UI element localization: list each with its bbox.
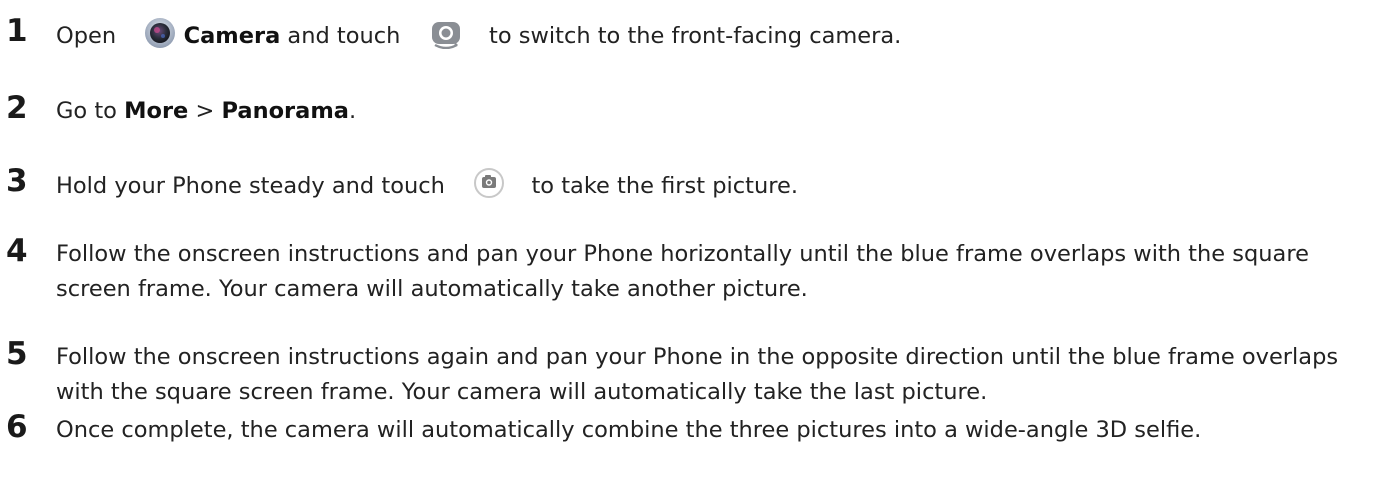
step-number: 3 — [6, 163, 28, 199]
more-label: More — [124, 98, 189, 124]
step-number: 5 — [6, 336, 28, 372]
camera-label: Camera — [183, 23, 281, 49]
step-1-open: Open — [56, 23, 117, 49]
menu-separator: > — [195, 98, 215, 124]
shutter-icon — [473, 167, 505, 199]
step-3-before: Hold your Phone steady and touch — [56, 173, 445, 199]
step-2-period: . — [348, 98, 357, 124]
step-2-go-to: Go to — [56, 98, 117, 124]
panorama-instructions: 1 Open Camera and touch to switch to the… — [0, 0, 1384, 482]
step-number: 2 — [6, 90, 28, 126]
step-3-after: to take the first picture. — [531, 173, 798, 199]
switch-camera-icon — [429, 19, 463, 49]
step-text: Follow the onscreen instructions again a… — [56, 344, 1339, 405]
step-number: 4 — [6, 233, 28, 269]
panorama-label: Panorama — [221, 98, 349, 124]
camera-app-icon — [144, 17, 176, 49]
step-text: Open Camera and touch to switch to the f… — [56, 17, 1366, 54]
step-text: Once complete, the camera will automatic… — [56, 417, 1202, 443]
step-number: 1 — [6, 13, 28, 49]
step-text: Follow the onscreen instructions and pan… — [56, 241, 1309, 302]
step-number: 6 — [6, 409, 28, 445]
step-text: Go to More > Panorama. — [56, 94, 1366, 129]
step-1-rest: to switch to the front-facing camera. — [489, 23, 902, 49]
step-1-and-touch: and touch — [287, 23, 401, 49]
step-text: Hold your Phone steady and touch to take… — [56, 167, 1366, 204]
